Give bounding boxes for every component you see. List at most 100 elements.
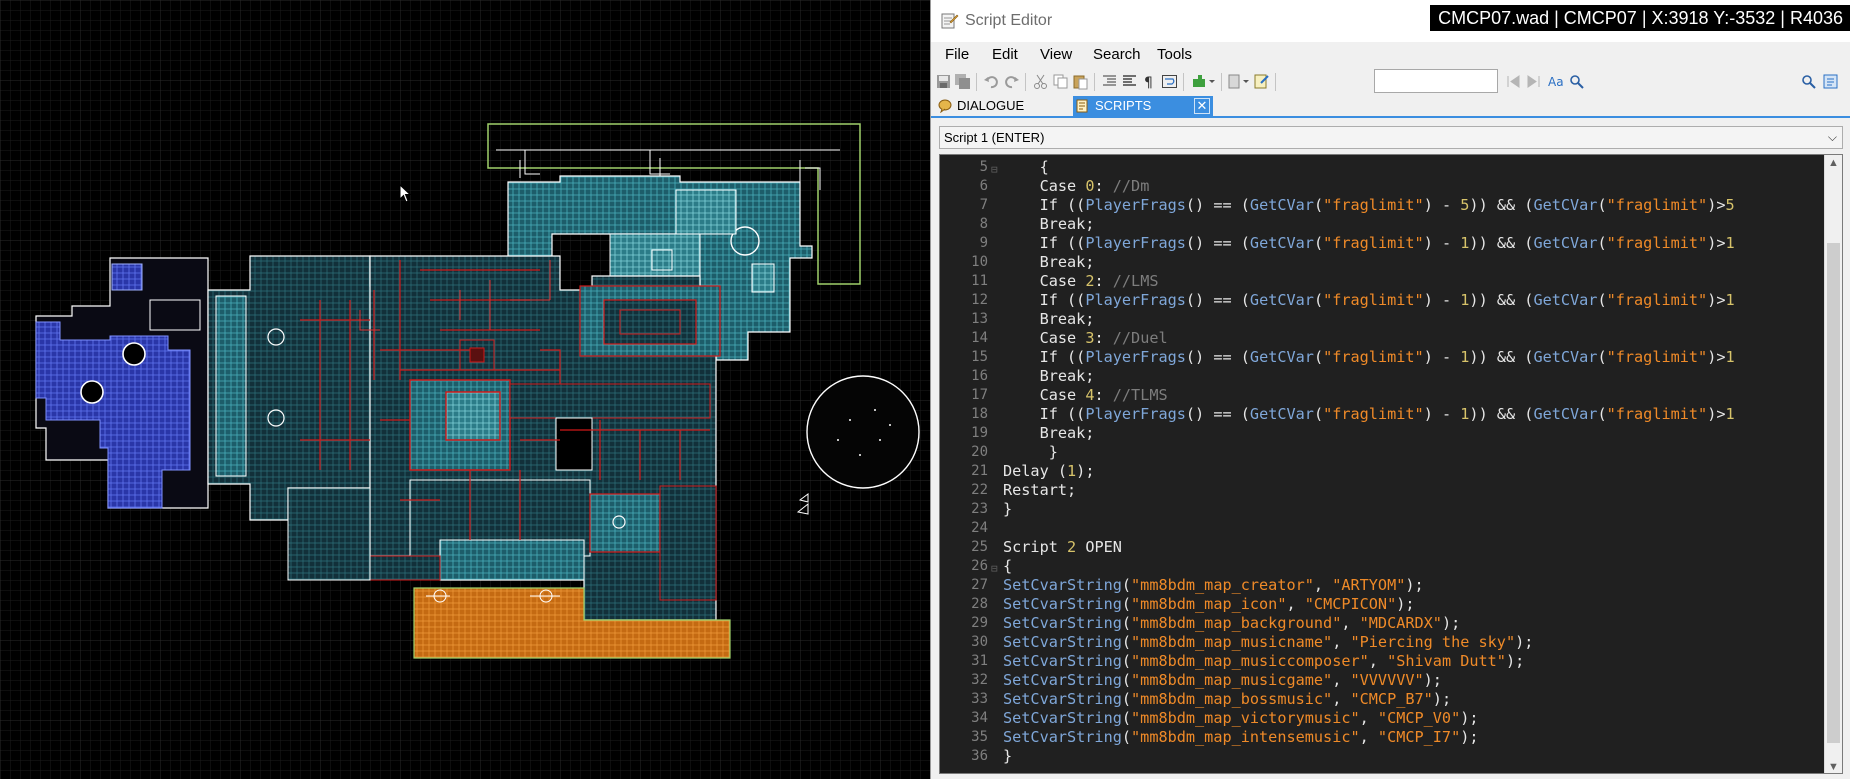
code-line[interactable]: 25 Script 2 OPEN <box>940 538 1826 557</box>
code-line[interactable]: 12 If ((PlayerFrags() == (GetCVar("fragl… <box>940 291 1826 310</box>
fold-marker-icon[interactable] <box>991 445 1000 460</box>
wordwrap-icon[interactable] <box>1161 73 1178 90</box>
menu-tools[interactable]: Tools <box>1157 46 1192 63</box>
fold-marker-icon[interactable] <box>991 426 1000 441</box>
fold-marker-icon[interactable] <box>991 616 1000 631</box>
fold-marker-icon[interactable] <box>991 749 1000 764</box>
save-icon[interactable] <box>935 73 952 90</box>
compile-icon[interactable] <box>1253 73 1270 90</box>
fold-marker-icon[interactable] <box>991 521 1000 536</box>
code-line[interactable]: 19 Break; <box>940 424 1826 443</box>
code-line[interactable]: 11 Case 2: //LMS <box>940 272 1826 291</box>
menu-edit[interactable]: Edit <box>992 46 1018 63</box>
fold-marker-icon[interactable] <box>991 483 1000 498</box>
fold-marker-icon[interactable] <box>991 540 1000 555</box>
code-line[interactable]: 24 <box>940 519 1826 538</box>
menu-search[interactable]: Search <box>1093 46 1141 63</box>
tab-scripts[interactable]: SCRIPTS ✕ <box>1073 96 1213 116</box>
code-line[interactable]: 14 Case 3: //Duel <box>940 329 1826 348</box>
plugin-icon[interactable] <box>1191 73 1215 90</box>
fold-marker-icon[interactable] <box>991 692 1000 707</box>
title-bar[interactable]: Script Editor CMCP07.wad | CMCP07 | X:39… <box>931 0 1850 42</box>
save-all-icon[interactable] <box>954 73 971 90</box>
code-line[interactable]: 36} <box>940 747 1826 766</box>
fold-marker-icon[interactable] <box>991 407 1000 422</box>
redo-icon[interactable] <box>1003 73 1020 90</box>
code-line[interactable]: 9 If ((PlayerFrags() == (GetCVar("fragli… <box>940 234 1826 253</box>
code-line[interactable]: 23} <box>940 500 1826 519</box>
match-case-icon[interactable]: Aa <box>1548 73 1565 90</box>
code-line[interactable]: 32 SetCvarString("mm8bdm_map_musicgame", … <box>940 671 1826 690</box>
find-input[interactable] <box>1374 69 1498 93</box>
fold-marker-icon[interactable] <box>991 502 1000 517</box>
code-line[interactable]: 18 If ((PlayerFrags() == (GetCVar("fragl… <box>940 405 1826 424</box>
scroll-down-icon[interactable]: ▼ <box>1828 761 1839 773</box>
code-line[interactable]: 35 SetCvarString("mm8bdm_map_intensemusic… <box>940 728 1826 747</box>
fold-marker-icon[interactable] <box>991 331 1000 346</box>
code-line[interactable]: 33 SetCvarString("mm8bdm_map_bossmusic", … <box>940 690 1826 709</box>
code-line[interactable]: 29 SetCvarString("mm8bdm_map_background",… <box>940 614 1826 633</box>
code-line[interactable]: 28 SetCvarString("mm8bdm_map_icon", "CMCP… <box>940 595 1826 614</box>
fold-marker-icon[interactable] <box>991 464 1000 479</box>
code-line[interactable]: 30 SetCvarString("mm8bdm_map_musicname", … <box>940 633 1826 652</box>
undo-icon[interactable] <box>983 73 1000 90</box>
fold-marker-icon[interactable] <box>991 255 1000 270</box>
scroll-up-icon[interactable]: ▲ <box>1828 157 1839 169</box>
script-select-dropdown[interactable]: Script 1 (ENTER) ⌵ <box>939 126 1843 149</box>
fold-marker-icon[interactable] <box>991 654 1000 669</box>
fold-marker-icon[interactable] <box>991 179 1000 194</box>
tab-close-icon[interactable]: ✕ <box>1194 98 1210 114</box>
vertical-scrollbar[interactable]: ▲ ▼ <box>1824 155 1842 773</box>
fold-marker-icon[interactable]: ⊟ <box>991 160 1000 176</box>
fold-marker-icon[interactable] <box>991 350 1000 365</box>
fold-marker-icon[interactable] <box>991 236 1000 251</box>
code-line[interactable]: 7 If ((PlayerFrags() == (GetCVar("fragli… <box>940 196 1826 215</box>
code-line[interactable]: 10 Break; <box>940 253 1826 272</box>
search-icon[interactable] <box>1800 73 1817 90</box>
fold-marker-icon[interactable] <box>991 369 1000 384</box>
fold-marker-icon[interactable]: ⊟ <box>991 559 1000 575</box>
code-line[interactable]: 13 Break; <box>940 310 1826 329</box>
code-editor[interactable]: 5 ⊟ {6 Case 0: //Dm 7 If ((PlayerFrags() =… <box>939 154 1843 774</box>
copy-icon[interactable] <box>1052 73 1069 90</box>
code-line[interactable]: 31 SetCvarString("mm8bdm_map_musiccompose… <box>940 652 1826 671</box>
find-prev-icon[interactable] <box>1505 73 1522 90</box>
script-icon[interactable] <box>1227 73 1251 90</box>
code-line[interactable]: 16 Break; <box>940 367 1826 386</box>
code-line[interactable]: 34 SetCvarString("mm8bdm_map_victorymusic… <box>940 709 1826 728</box>
code-line[interactable]: 26 ⊟{ <box>940 557 1826 576</box>
options-icon[interactable] <box>1822 73 1839 90</box>
code-line[interactable]: 8 Break; <box>940 215 1826 234</box>
menu-file[interactable]: File <box>945 46 969 63</box>
fold-marker-icon[interactable] <box>991 578 1000 593</box>
fold-marker-icon[interactable] <box>991 711 1000 726</box>
indent-icon[interactable] <box>1101 73 1118 90</box>
fold-marker-icon[interactable] <box>991 217 1000 232</box>
paste-icon[interactable] <box>1072 73 1089 90</box>
map-canvas[interactable] <box>0 0 930 779</box>
fold-marker-icon[interactable] <box>991 198 1000 213</box>
code-line[interactable]: 15 If ((PlayerFrags() == (GetCVar("fragl… <box>940 348 1826 367</box>
menu-view[interactable]: View <box>1040 46 1072 63</box>
cut-icon[interactable] <box>1032 73 1049 90</box>
tab-dialogue[interactable]: DIALOGUE <box>935 96 1065 116</box>
code-line[interactable]: 21 Delay (1); <box>940 462 1826 481</box>
map-view[interactable] <box>0 0 930 779</box>
whitespace-icon[interactable]: ¶ <box>1141 73 1158 90</box>
fold-marker-icon[interactable] <box>991 673 1000 688</box>
code-line[interactable]: 27 SetCvarString("mm8bdm_map_creator", "A… <box>940 576 1826 595</box>
fold-marker-icon[interactable] <box>991 597 1000 612</box>
find-next-icon[interactable] <box>1525 73 1542 90</box>
replace-icon[interactable] <box>1568 73 1585 90</box>
fold-marker-icon[interactable] <box>991 274 1000 289</box>
fold-marker-icon[interactable] <box>991 730 1000 745</box>
code-line[interactable]: 22 Restart; <box>940 481 1826 500</box>
scrollbar-thumb[interactable] <box>1827 243 1840 743</box>
code-line[interactable]: 17 Case 4: //TLMS <box>940 386 1826 405</box>
code-line[interactable]: 5 ⊟ { <box>940 158 1826 177</box>
code-line[interactable]: 6 Case 0: //Dm <box>940 177 1826 196</box>
code-line[interactable]: 20 } <box>940 443 1826 462</box>
fold-marker-icon[interactable] <box>991 312 1000 327</box>
fold-marker-icon[interactable] <box>991 635 1000 650</box>
fold-marker-icon[interactable] <box>991 388 1000 403</box>
